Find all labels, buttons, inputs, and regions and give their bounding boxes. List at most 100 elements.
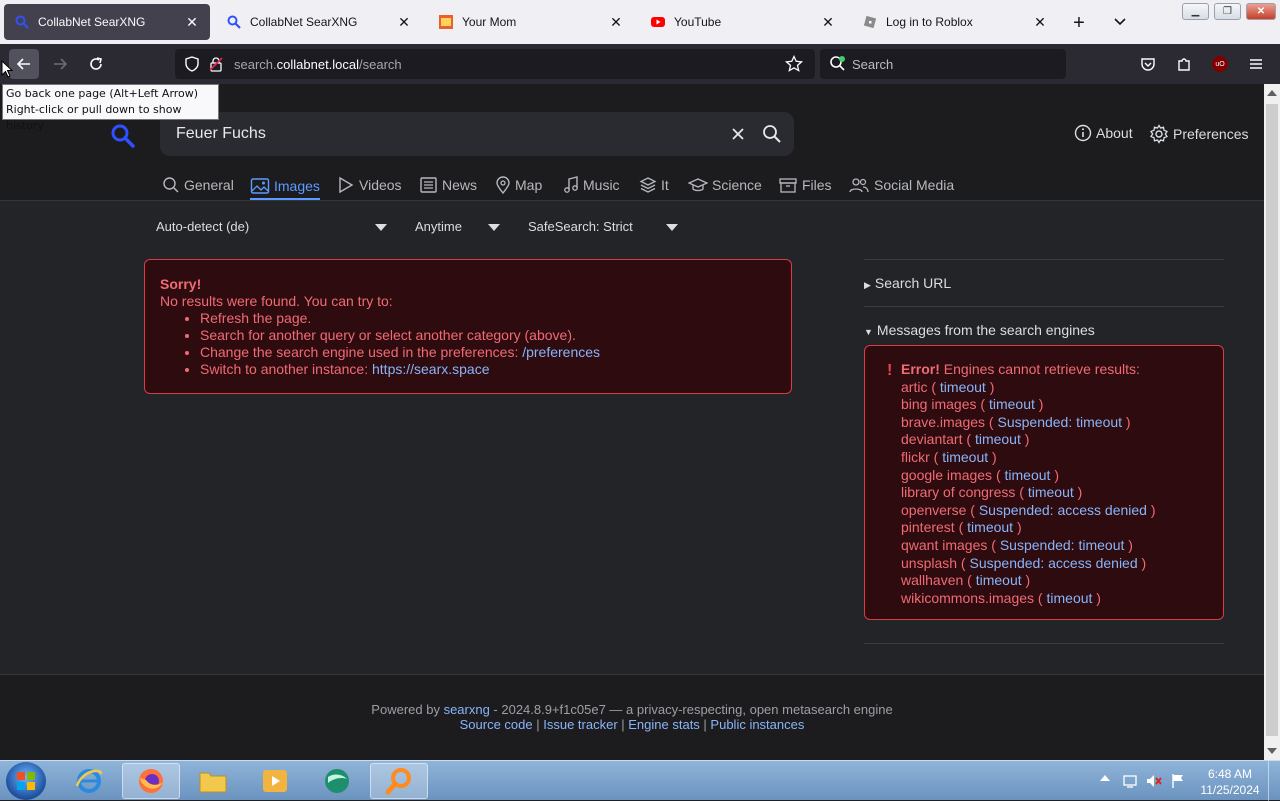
clock-date: 11/25/2024 [1200,783,1260,797]
minimize-button[interactable]: ▁ [1182,3,1209,20]
tab-title: YouTube [674,15,722,29]
public-instances-link[interactable]: Public instances [710,717,804,732]
close-window-button[interactable]: ✕ [1246,3,1276,20]
show-desktop-button[interactable] [1268,761,1280,801]
reload-button[interactable] [81,49,111,79]
tab-music[interactable]: Music [563,174,620,196]
engine-error-reason[interactable]: timeout [967,519,1013,535]
search-query-input[interactable]: Feuer Fuchs [160,112,794,156]
arrow-left-icon [16,58,30,70]
taskbar-app-green[interactable] [308,763,366,799]
tab-images[interactable]: Images [250,174,320,200]
paren-close: ) [985,378,995,395]
preferences-link[interactable]: Preferences [1149,124,1248,144]
taskbar-firefox[interactable] [122,763,180,799]
close-tab-icon[interactable]: ✕ [396,14,412,31]
browser-tab[interactable]: Your Mom ✕ [428,4,634,40]
tab-general[interactable]: General [162,174,234,196]
scroll-up-icon[interactable] [1267,90,1277,96]
engine-error-reason[interactable]: timeout [976,572,1022,588]
tab-videos[interactable]: Videos [337,174,402,196]
search-icon [163,177,179,193]
people-icon [849,178,869,193]
insecure-lock-icon[interactable] [208,56,224,72]
engine-error-reason[interactable]: timeout [1005,467,1051,483]
issue-tracker-link[interactable]: Issue tracker [543,717,617,732]
browser-tab[interactable]: Log in to Roblox ✕ [852,4,1058,40]
engine-error-reason[interactable]: timeout [975,431,1021,447]
browser-search-placeholder: Search [852,56,894,72]
action-center-flag-icon[interactable] [1170,773,1186,789]
address-bar[interactable]: search. collabnet.local/search [175,49,815,79]
engine-stats-link[interactable]: Engine stats [628,717,700,732]
engine-error-reason[interactable]: timeout [1028,484,1074,500]
browser-search-box[interactable]: Search [820,49,1066,79]
extensions-button[interactable] [1169,49,1199,79]
suggestion-item: Search for another query or select anoth… [200,327,776,344]
engine-error-reason[interactable]: Suspended: timeout [998,414,1123,430]
forward-button[interactable] [45,49,75,79]
start-button[interactable] [6,762,46,800]
close-tab-icon[interactable]: ✕ [608,14,624,31]
taskbar-search-app[interactable] [370,763,428,799]
search-submit-icon[interactable] [762,124,782,144]
engine-error-reason[interactable]: Suspended: access denied [979,502,1147,518]
messages-toggle[interactable]: ▼ Messages from the search engines [864,322,1095,338]
taskbar-internet-explorer[interactable] [60,763,118,799]
tab-map[interactable]: Map [495,174,542,196]
browser-tab[interactable]: CollabNet SearXNG ✕ [4,4,210,40]
tab-it[interactable]: It [639,174,669,196]
paren-close: ) [1021,572,1031,589]
tab-news[interactable]: News [418,174,477,196]
suggestion-link[interactable]: /preferences [522,344,600,360]
paren-close: ) [1092,589,1101,606]
source-code-link[interactable]: Source code [460,717,533,732]
star-bookmark-icon[interactable] [785,55,803,73]
engine-error-reason[interactable]: Suspended: timeout [1000,537,1125,553]
tab-social-media[interactable]: Social Media [848,174,954,196]
engine-error-row: artic ( timeout ) [901,379,1213,397]
engine-error-reason[interactable]: timeout [940,379,986,395]
restore-button[interactable]: ❐ [1214,3,1241,20]
back-button[interactable] [9,49,39,79]
searxng-link[interactable]: searxng [444,702,490,717]
chevron-down-icon[interactable] [488,224,500,231]
about-link[interactable]: About [1074,124,1133,142]
browser-tab[interactable]: CollabNet SearXNG ✕ [216,4,422,40]
system-clock[interactable]: 6:48 AM 11/25/2024 [1196,766,1264,798]
time-range-select[interactable]: Anytime [415,219,462,234]
taskbar-file-explorer[interactable] [184,763,242,799]
language-value: Auto-detect (de) [156,219,250,234]
taskbar-media-player[interactable] [246,763,304,799]
volume-muted-icon[interactable] [1145,773,1163,789]
pocket-button[interactable] [1133,49,1163,79]
language-select[interactable]: Auto-detect (de) [156,219,249,234]
engine-error-reason[interactable]: Suspended: access denied [970,555,1138,571]
close-tab-icon[interactable]: ✕ [820,14,836,31]
show-hidden-icons[interactable] [1100,775,1110,781]
clear-search-icon[interactable] [731,127,745,141]
safesearch-select[interactable]: SafeSearch: Strict [528,219,633,234]
chevron-down-icon[interactable] [375,224,387,231]
engine-error-reason[interactable]: timeout [1047,590,1093,606]
list-all-tabs-button[interactable] [1110,12,1130,32]
page-scrollbar[interactable] [1264,84,1280,760]
chevron-down-icon[interactable] [666,224,678,231]
engine-error-row: google images ( timeout ) [901,467,1213,485]
scroll-down-icon[interactable] [1267,748,1277,754]
network-icon[interactable] [1122,773,1138,789]
close-tab-icon[interactable]: ✕ [184,14,200,31]
tab-files[interactable]: Files [778,174,832,196]
shield-icon[interactable] [184,56,200,72]
suggestion-link[interactable]: https://searx.space [372,361,490,377]
engine-error-reason[interactable]: timeout [942,449,988,465]
search-url-toggle[interactable]: ▶ Search URL [864,275,951,291]
engine-error-reason[interactable]: timeout [989,396,1035,412]
new-tab-button[interactable]: + [1068,12,1090,34]
scrollbar-thumb[interactable] [1266,104,1278,736]
ublock-button[interactable]: uO [1205,49,1235,79]
browser-tab[interactable]: YouTube ✕ [640,4,846,40]
close-tab-icon[interactable]: ✕ [1032,14,1048,31]
tab-science[interactable]: Science [688,174,762,196]
app-menu-button[interactable] [1241,49,1271,79]
